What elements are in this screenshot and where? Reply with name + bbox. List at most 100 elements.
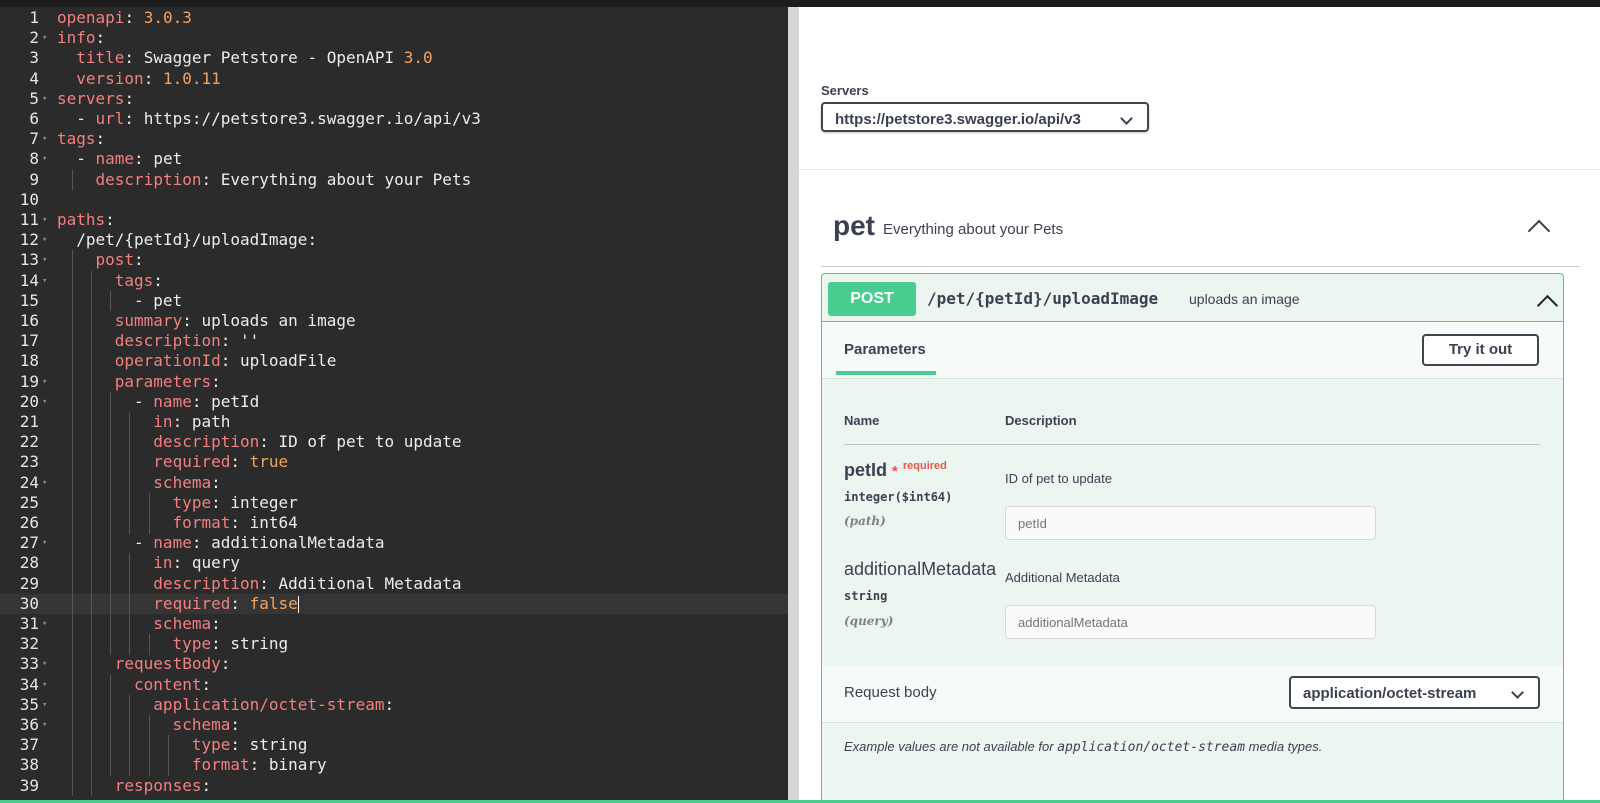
indent-guide [90,351,92,372]
chevron-down-icon [1511,686,1524,699]
fold-arrow-icon[interactable]: ▾ [42,149,47,170]
editor-line[interactable]: 15 - pet [0,290,788,312]
yaml-text: : [134,250,144,270]
yaml-text: : string [230,735,308,755]
yaml-key: tags [114,270,154,290]
editor-line[interactable]: 32 type: string [0,634,788,655]
code-text: format: binary [192,755,327,776]
editor-line[interactable]: 1 openapi: 3.0.3 [0,8,788,29]
editor-line[interactable]: 3 title: Swagger Petstore - OpenAPI 3.0 [0,48,788,69]
operation-summary-bar[interactable]: POST /pet/{petId}/uploadImage uploads an… [822,274,1563,322]
indent-guide [110,290,112,312]
param-name-petId: petId * required [844,460,947,481]
fold-arrow-icon[interactable]: ▾ [42,695,47,716]
line-number: 1 [29,8,39,27]
editor-line[interactable]: 5 ▾ servers: [0,89,788,110]
editor-line[interactable]: 14 ▾ tags: [0,270,788,292]
fold-arrow-icon[interactable]: ▾ [42,250,47,271]
line-number: 3 [29,48,39,68]
yaml-text: - [76,109,96,128]
chevron-up-icon[interactable] [1527,219,1551,243]
editor-line[interactable]: 23 required: true [0,452,788,473]
try-it-out-button[interactable]: Try it out [1422,334,1539,366]
fold-arrow-icon[interactable]: ▾ [42,473,47,494]
content-type-select[interactable]: application/octet-stream [1289,676,1540,709]
yaml-key: required [153,593,231,613]
editor-line[interactable]: 12 ▾ /pet/{petId}/uploadImage: [0,230,788,251]
editor-line[interactable]: 6 - url: https://petstore3.swagger.io/api… [0,109,788,130]
indent-guide [71,472,73,494]
yaml-key: description [153,573,260,593]
fold-arrow-icon[interactable]: ▾ [42,533,47,554]
editor-line[interactable]: 18 operationId: uploadFile [0,351,788,372]
editor-line[interactable]: 26 format: int64 [0,513,788,534]
editor-line[interactable]: 25 type: integer [0,492,788,514]
chevron-up-icon[interactable] [1536,294,1559,317]
pane-splitter[interactable] [788,7,799,800]
petId-input[interactable] [1005,506,1376,540]
indent-guide [167,755,169,776]
fold-arrow-icon[interactable]: ▾ [42,210,47,231]
code-text: in: path [153,412,230,433]
editor-line[interactable]: 30 required: false [0,593,788,615]
editor-line[interactable]: 28 in: query [0,553,788,574]
fold-arrow-icon[interactable]: ▾ [42,129,47,150]
column-header-name: Name [844,413,880,428]
servers-select[interactable]: https://petstore3.swagger.io/api/v3 [821,102,1149,132]
editor-line[interactable]: 36 ▾ schema: [0,715,788,736]
fold-arrow-icon[interactable]: ▾ [42,28,47,49]
editor-line[interactable]: 33 ▾ requestBody: [0,654,788,675]
editor-line[interactable]: 8 ▾ - name: pet [0,149,788,170]
editor-line[interactable]: 16 summary: uploads an image [0,311,788,332]
editor-line[interactable]: 20 ▾ - name: petId [0,391,788,413]
additionalMetadata-input[interactable] [1005,605,1376,639]
editor-line[interactable]: 19 ▾ parameters: [0,371,788,393]
editor-line[interactable]: 13 ▾ post: [0,250,788,271]
editor-line[interactable]: 31 ▾ schema: [0,614,788,635]
editor-line[interactable]: 35 ▾ application/octet-stream: [0,694,788,716]
yaml-text: : https://petstore3.swagger.io/api/v3 [124,109,481,128]
fold-arrow-icon[interactable]: ▾ [42,654,47,675]
editor-line[interactable]: 37 type: string [0,735,788,756]
indent-guide [110,432,112,453]
indent-guide [129,472,131,494]
yaml-key: tags [57,129,96,149]
yaml-literal: 3.0.3 [143,8,192,27]
yaml-editor[interactable]: 1 openapi: 3.0.3 2 ▾ info: 3 title: Swagger Pe… [0,7,788,800]
editor-line[interactable]: 7 ▾ tags: [0,129,788,150]
editor-line[interactable]: 27 ▾ - name: additionalMetadata [0,533,788,554]
fold-arrow-icon[interactable]: ▾ [42,614,47,635]
fold-arrow-icon[interactable]: ▾ [42,372,47,393]
fold-arrow-icon[interactable]: ▾ [42,230,47,251]
fold-arrow-icon[interactable]: ▾ [42,89,47,110]
fold-arrow-icon[interactable]: ▾ [42,675,47,696]
fold-arrow-icon[interactable]: ▾ [42,392,47,413]
tag-name[interactable]: pet [833,210,875,242]
editor-line[interactable]: 11 ▾ paths: [0,210,788,231]
method-badge: POST [828,282,916,316]
fold-arrow-icon[interactable]: ▾ [42,271,47,292]
editor-line[interactable]: 9 description: Everything about your Pets [0,169,788,191]
editor-line[interactable]: 2 ▾ info: [0,28,788,49]
line-number: 14 [19,270,39,290]
fold-arrow-icon[interactable]: ▾ [42,715,47,736]
editor-line[interactable]: 39 responses: [0,775,788,797]
editor-line[interactable]: 34 ▾ content: [0,674,788,696]
code-text: required: true [153,452,288,473]
editor-line[interactable]: 24 ▾ schema: [0,472,788,494]
tab-parameters[interactable]: Parameters [844,341,926,358]
editor-line[interactable]: 17 description: '' [0,331,788,352]
editor-line[interactable]: 21 in: path [0,412,788,433]
indent-guide [110,593,112,615]
editor-line[interactable]: 22 description: ID of pet to update [0,432,788,453]
code-text: - name: additionalMetadata [134,533,384,554]
editor-line[interactable]: 29 description: Additional Metadata [0,573,788,595]
indent-guide [90,452,92,473]
indent-guide [110,674,112,696]
editor-line[interactable]: 4 version: 1.0.11 [0,69,788,90]
indent-guide [90,775,92,797]
editor-line[interactable]: 10 [0,190,788,211]
yaml-text: : petId [191,391,260,411]
editor-line[interactable]: 38 format: binary [0,755,788,776]
yaml-key: application/octet-stream [153,694,385,714]
